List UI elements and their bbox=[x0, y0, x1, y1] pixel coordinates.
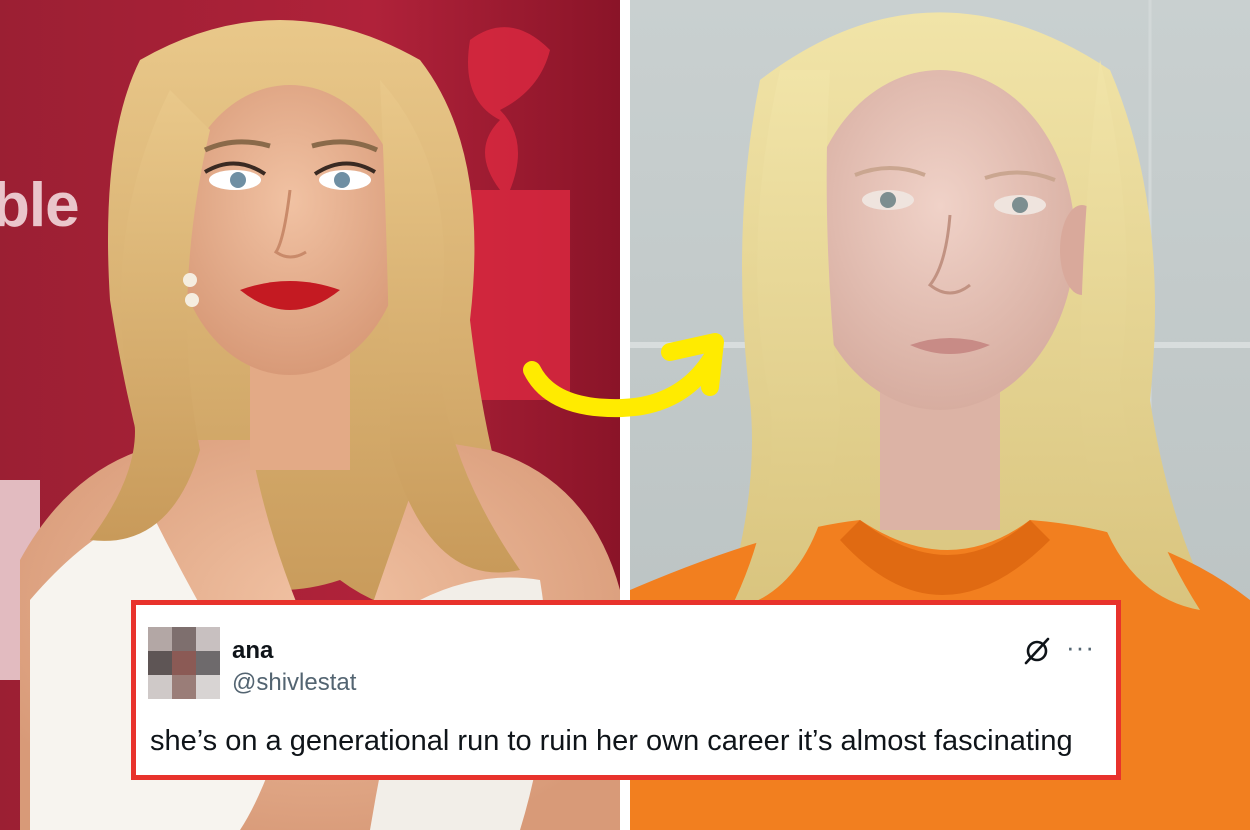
backdrop-logo-text: ble bbox=[0, 171, 80, 240]
tweet-author-handle[interactable]: @shivlestat bbox=[232, 669, 356, 697]
avatar[interactable] bbox=[148, 627, 220, 699]
curved-arrow-icon bbox=[523, 333, 724, 418]
tweet-author-name[interactable]: ana bbox=[232, 637, 273, 665]
more-options-icon[interactable]: ··· bbox=[1066, 632, 1095, 663]
tweet-text: she’s on a generational run to ruin her … bbox=[150, 725, 1073, 757]
x-grok-icon[interactable] bbox=[1023, 637, 1051, 665]
tweet-card: ana @shivlestat ··· she’s on a generatio… bbox=[131, 600, 1121, 780]
